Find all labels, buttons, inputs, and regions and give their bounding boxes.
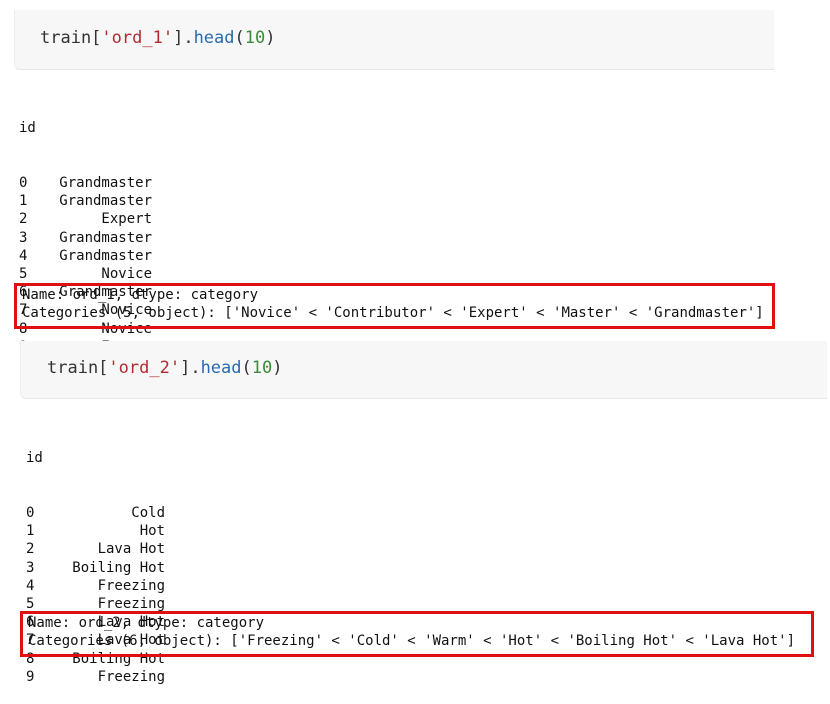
code-string: 'ord_2' — [108, 358, 181, 378]
row-value: Grandmaster — [59, 229, 152, 246]
code-string: 'ord_1' — [101, 28, 174, 48]
series-name-line: Name: ord_1, dtype: category — [22, 287, 259, 303]
row-index: 4 — [26, 577, 35, 594]
row-value: Freezing — [97, 668, 165, 685]
row-index: 1 — [26, 523, 35, 540]
row-value: Grandmaster — [59, 247, 152, 264]
row-value: Hot — [139, 523, 165, 540]
row-index: 9 — [26, 668, 35, 685]
code-input-2[interactable]: train['ord_2'].head(10) — [47, 358, 283, 378]
output-row: 5 Novice — [19, 265, 779, 283]
row-value: Boiling Hot — [72, 559, 165, 576]
row-index: 4 — [19, 247, 28, 264]
row-index: 0 — [19, 175, 28, 191]
code-number: 10 — [251, 358, 273, 378]
categories-line: Categories (6, object): ['Freezing' < 'C… — [28, 633, 796, 649]
cell-output-2: id 0 Cold 1 Hot 2 Lava Hot 3 Boiling Hot 4 Freezi… — [26, 413, 816, 704]
index-name: id — [19, 120, 36, 137]
row-index: 0 — [26, 505, 35, 521]
code-input-1[interactable]: train['ord_1'].head(10) — [40, 28, 276, 48]
output-row: 3 Grandmaster — [19, 229, 779, 247]
output-row: 0 Cold — [26, 504, 816, 522]
row-index: 2 — [19, 211, 28, 228]
code-open-paren: ( — [241, 358, 252, 378]
row-index: 5 — [19, 265, 28, 282]
row-value: Expert — [101, 211, 152, 228]
row-index: 2 — [26, 541, 35, 558]
summary-highlight-box-1: Name: ord_1, dtype: category Categories … — [14, 283, 775, 329]
output-row: 4 Freezing — [26, 577, 816, 595]
categories-line: Categories (5, object): ['Novice' < 'Con… — [22, 305, 764, 321]
index-name: id — [26, 450, 43, 467]
code-mid: ]. — [180, 358, 201, 378]
index-name-row: id — [19, 119, 779, 137]
code-number: 10 — [244, 28, 266, 48]
row-value: Grandmaster — [59, 175, 152, 191]
code-function: head — [193, 28, 235, 48]
output-rows-2: 0 Cold 1 Hot 2 Lava Hot 3 Boiling Hot 4 Freezing 5… — [26, 504, 816, 686]
output-row: 3 Boiling Hot — [26, 559, 816, 577]
code-close-paren: ) — [265, 28, 276, 48]
output-row: 1 Hot — [26, 522, 816, 540]
row-value: Cold — [131, 505, 165, 521]
row-index: 1 — [19, 193, 28, 210]
index-name-row: id — [26, 449, 816, 467]
code-open-paren: ( — [234, 28, 245, 48]
code-cell-2[interactable]: train['ord_2'].head(10) — [20, 341, 827, 399]
row-value: Grandmaster — [59, 193, 152, 210]
row-value: Freezing — [97, 577, 165, 594]
cell-output-1: id 0 Grandmaster 1 Grandmaster 2 Expert 3 Grand… — [19, 83, 779, 374]
output-row: 1 Grandmaster — [19, 192, 779, 210]
summary-highlight-box-2: Name: ord_2, dtype: category Categories … — [20, 611, 814, 657]
row-value: Lava Hot — [97, 541, 165, 558]
output-row: 0 Grandmaster — [19, 174, 779, 192]
series-name-line: Name: ord_2, dtype: category — [28, 615, 265, 631]
row-value: Novice — [101, 265, 152, 282]
output-row: 2 Expert — [19, 210, 779, 228]
code-close-paren: ) — [272, 358, 283, 378]
code-function: head — [200, 358, 242, 378]
code-cell-1[interactable]: train['ord_1'].head(10) — [14, 10, 774, 70]
row-index: 3 — [26, 559, 35, 576]
output-row: 4 Grandmaster — [19, 247, 779, 265]
code-mid: ]. — [173, 28, 194, 48]
output-row: 9 Freezing — [26, 668, 816, 686]
code-prefix: train[ — [47, 358, 109, 378]
output-row: 2 Lava Hot — [26, 540, 816, 558]
row-index: 3 — [19, 229, 28, 246]
code-prefix: train[ — [40, 28, 102, 48]
